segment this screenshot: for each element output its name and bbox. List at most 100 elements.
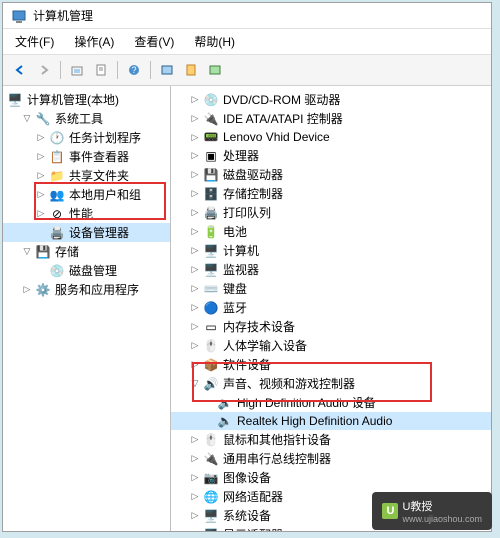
dev-realtek[interactable]: 🔈Realtek High Definition Audio <box>171 412 491 430</box>
tree-task-scheduler[interactable]: ▷ 🕐 任务计划程序 <box>3 128 170 147</box>
properties-button[interactable] <box>90 59 112 81</box>
caret-right-icon[interactable]: ▷ <box>189 321 201 333</box>
tree-label: 显示适配器 <box>223 526 283 531</box>
scan-button[interactable] <box>156 59 178 81</box>
caret-right-icon[interactable]: ▷ <box>35 151 47 163</box>
dev-bluetooth[interactable]: ▷🔵蓝牙 <box>171 298 491 317</box>
caret-down-icon[interactable]: ▽ <box>189 378 201 390</box>
caret-right-icon[interactable]: ▷ <box>189 359 201 371</box>
left-tree-pane[interactable]: 🖥️ 计算机管理(本地) ▽ 🔧 系统工具 ▷ 🕐 任务计划程序 ▷ 📋 事件查… <box>3 86 171 531</box>
caret-right-icon[interactable]: ▷ <box>189 169 201 181</box>
dev-memory[interactable]: ▷▭内存技术设备 <box>171 317 491 336</box>
dev-monitor[interactable]: ▷🖥️监视器 <box>171 260 491 279</box>
tree-local-users[interactable]: ▷ 👥 本地用户和组 <box>3 185 170 204</box>
menu-view[interactable]: 查看(V) <box>130 31 178 52</box>
caret-right-icon[interactable]: ▷ <box>189 283 201 295</box>
dev-dvd[interactable]: ▷💿DVD/CD-ROM 驱动器 <box>171 90 491 109</box>
dev-software[interactable]: ▷📦软件设备 <box>171 355 491 374</box>
dev-battery[interactable]: ▷🔋电池 <box>171 222 491 241</box>
menubar: 文件(F) 操作(A) 查看(V) 帮助(H) <box>3 29 491 55</box>
tree-label: 系统工具 <box>55 110 103 127</box>
dev-hid[interactable]: ▷🖱️人体学输入设备 <box>171 336 491 355</box>
monitor-icon: 🖥️ <box>203 262 219 278</box>
caret-right-icon[interactable]: ▷ <box>21 284 33 296</box>
menu-action[interactable]: 操作(A) <box>70 31 118 52</box>
tree-device-manager[interactable]: 🖨️ 设备管理器 <box>3 223 170 242</box>
speaker-icon: 🔈 <box>217 413 233 429</box>
up-button[interactable] <box>66 59 88 81</box>
refresh-button[interactable] <box>204 59 226 81</box>
system-icon: 🖥️ <box>203 508 219 524</box>
caret-right-icon[interactable]: ▷ <box>189 188 201 200</box>
help-button[interactable]: ? <box>123 59 145 81</box>
caret-right-icon[interactable]: ▷ <box>189 131 201 143</box>
tree-disk-management[interactable]: 💿 磁盘管理 <box>3 261 170 280</box>
tree-label: 服务和应用程序 <box>55 281 139 298</box>
right-device-pane[interactable]: ▷💿DVD/CD-ROM 驱动器 ▷🔌IDE ATA/ATAPI 控制器 ▷📟L… <box>171 86 491 531</box>
storage-icon: 🗄️ <box>203 186 219 202</box>
caret-right-icon[interactable]: ▷ <box>189 264 201 276</box>
caret-right-icon[interactable]: ▷ <box>189 472 201 484</box>
caret-right-icon[interactable]: ▷ <box>189 150 201 162</box>
tree-performance[interactable]: ▷ ⊘ 性能 <box>3 204 170 223</box>
tree-event-viewer[interactable]: ▷ 📋 事件查看器 <box>3 147 170 166</box>
dev-mouse[interactable]: ▷🖱️鼠标和其他指针设备 <box>171 430 491 449</box>
dev-disk[interactable]: ▷💾磁盘驱动器 <box>171 165 491 184</box>
tree-shared-folders[interactable]: ▷ 📁 共享文件夹 <box>3 166 170 185</box>
dev-hda[interactable]: 🔈High Definition Audio 设备 <box>171 393 491 412</box>
bluetooth-icon: 🔵 <box>203 300 219 316</box>
dev-computer[interactable]: ▷🖥️计算机 <box>171 241 491 260</box>
network-icon: 🌐 <box>203 489 219 505</box>
caret-right-icon[interactable]: ▷ <box>189 302 201 314</box>
dev-ide[interactable]: ▷🔌IDE ATA/ATAPI 控制器 <box>171 109 491 128</box>
dev-print[interactable]: ▷🖨️打印队列 <box>171 203 491 222</box>
dev-sound[interactable]: ▽🔊声音、视频和游戏控制器 <box>171 374 491 393</box>
caret-right-icon[interactable]: ▷ <box>189 245 201 257</box>
tree-label: 打印队列 <box>223 204 271 221</box>
dvd-icon: 💿 <box>203 92 219 108</box>
disk-icon: 💾 <box>203 167 219 183</box>
caret-right-icon[interactable]: ▷ <box>189 94 201 106</box>
action-button[interactable] <box>180 59 202 81</box>
caret-right-icon[interactable]: ▷ <box>35 132 47 144</box>
watermark-brand: U教授 <box>402 498 482 514</box>
tree-label: 磁盘管理 <box>69 262 117 279</box>
caret-right-icon[interactable]: ▷ <box>35 189 47 201</box>
caret-right-icon[interactable]: ▷ <box>35 208 47 220</box>
caret-right-icon[interactable]: ▷ <box>189 434 201 446</box>
caret-right-icon[interactable]: ▷ <box>189 226 201 238</box>
tree-label: 电池 <box>223 223 247 240</box>
tree-system-tools[interactable]: ▽ 🔧 系统工具 <box>3 109 170 128</box>
sound-icon: 🔊 <box>203 376 219 392</box>
caret-right-icon[interactable]: ▷ <box>189 113 201 125</box>
dev-imaging[interactable]: ▷📷图像设备 <box>171 468 491 487</box>
cpu-icon: ▣ <box>203 148 219 164</box>
caret-right-icon[interactable]: ▷ <box>35 170 47 182</box>
dev-lenovo[interactable]: ▷📟Lenovo Vhid Device <box>171 128 491 146</box>
caret-down-icon[interactable]: ▽ <box>21 113 33 125</box>
caret-right-icon[interactable]: ▷ <box>189 510 201 522</box>
menu-help[interactable]: 帮助(H) <box>190 31 239 52</box>
users-icon: 👥 <box>49 187 65 203</box>
toolbar-separator <box>117 61 118 79</box>
dev-cpu[interactable]: ▷▣处理器 <box>171 146 491 165</box>
caret-right-icon[interactable]: ▷ <box>189 529 201 532</box>
tree-storage[interactable]: ▽ 💾 存储 <box>3 242 170 261</box>
hid-icon: 🖱️ <box>203 338 219 354</box>
menu-file[interactable]: 文件(F) <box>11 31 58 52</box>
dev-storage-ctrl[interactable]: ▷🗄️存储控制器 <box>171 184 491 203</box>
caret-down-icon[interactable]: ▽ <box>21 246 33 258</box>
tree-root[interactable]: 🖥️ 计算机管理(本地) <box>3 90 170 109</box>
app-icon <box>11 8 27 24</box>
caret-right-icon[interactable]: ▷ <box>189 340 201 352</box>
caret-right-icon[interactable]: ▷ <box>189 453 201 465</box>
device-icon: 📟 <box>203 129 219 145</box>
back-button[interactable] <box>9 59 31 81</box>
caret-right-icon[interactable]: ▷ <box>189 207 201 219</box>
dev-keyboard[interactable]: ▷⌨️键盘 <box>171 279 491 298</box>
tree-services[interactable]: ▷ ⚙️ 服务和应用程序 <box>3 280 170 299</box>
dev-usb[interactable]: ▷🔌通用串行总线控制器 <box>171 449 491 468</box>
caret-right-icon[interactable]: ▷ <box>189 491 201 503</box>
computer-icon: 🖥️ <box>203 243 219 259</box>
forward-button[interactable] <box>33 59 55 81</box>
